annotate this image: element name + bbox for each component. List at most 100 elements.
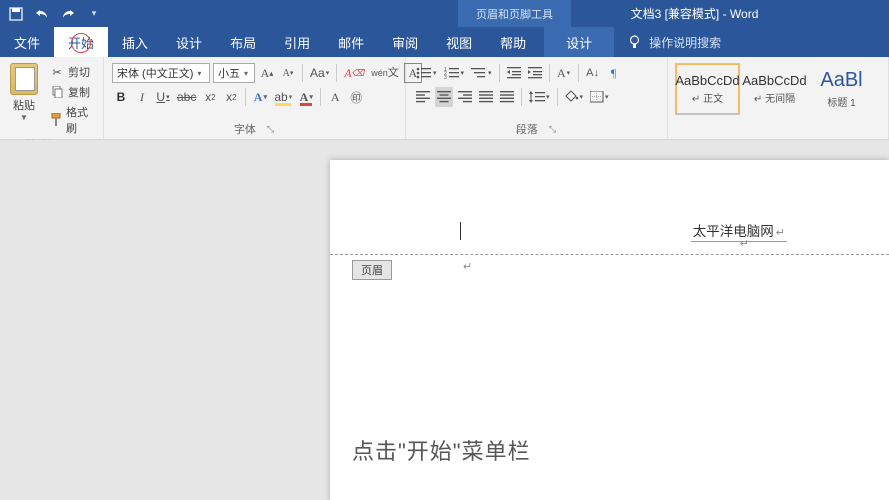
- font-size-value: 小五: [218, 65, 240, 81]
- sort-button[interactable]: A↓: [584, 63, 602, 83]
- font-size-combo[interactable]: 小五 ▾: [213, 63, 255, 83]
- strike-button[interactable]: abc: [175, 87, 198, 107]
- numbering-button[interactable]: 123▾: [442, 63, 467, 83]
- tab-layout[interactable]: 布局: [216, 27, 270, 57]
- separator: [549, 64, 550, 82]
- document-area[interactable]: 太平洋电脑网↵ ↵ 页眉 ↵ 点击"开始"菜单栏: [0, 140, 889, 500]
- increase-indent-button[interactable]: [526, 63, 544, 83]
- tab-hf-design[interactable]: 设计: [544, 27, 614, 57]
- asian-layout-button[interactable]: A▾: [555, 63, 573, 83]
- group-clipboard: 粘贴 ▼ ✂剪切 复制 格式刷 剪贴板⤡: [0, 57, 104, 139]
- style-heading1[interactable]: AaBl 标题 1: [809, 63, 874, 115]
- font-name-combo[interactable]: 宋体 (中文正文)▾: [112, 63, 210, 83]
- cut-button[interactable]: ✂剪切: [48, 63, 95, 81]
- paragraph-mark-icon: ↵: [463, 260, 472, 273]
- font-color-button[interactable]: A▾: [297, 87, 315, 107]
- group-styles: AaBbCcDd ↵ 正文 AaBbCcDd ↵ 无间隔 AaBl 标题 1: [668, 57, 889, 139]
- redo-icon[interactable]: [60, 6, 76, 22]
- ribbon: 粘贴 ▼ ✂剪切 复制 格式刷 剪贴板⤡ 宋体 (中文正文)▾ 小五 ▾ A▴ A…: [0, 57, 889, 140]
- separator: [302, 64, 303, 82]
- header-boundary: [330, 254, 889, 255]
- chevron-down-icon: ▾: [197, 69, 201, 78]
- show-marks-button[interactable]: ¶: [605, 63, 623, 83]
- bold-button[interactable]: B: [112, 87, 130, 107]
- style-name-heading1: 标题 1: [827, 94, 855, 109]
- lightbulb-icon: [628, 35, 641, 50]
- tab-file[interactable]: 文件: [0, 27, 54, 57]
- save-icon[interactable]: [8, 6, 24, 22]
- style-no-spacing[interactable]: AaBbCcDd ↵ 无间隔: [742, 63, 807, 115]
- align-left-button[interactable]: [414, 87, 432, 107]
- multilevel-button[interactable]: ▾: [469, 63, 494, 83]
- paragraph-mark-icon: ↵: [740, 237, 749, 250]
- style-sample: AaBbCcDd: [742, 73, 806, 88]
- tab-mailings[interactable]: 邮件: [324, 27, 378, 57]
- tell-me-text: 操作说明搜索: [649, 34, 721, 51]
- undo-icon[interactable]: [34, 6, 50, 22]
- paste-button[interactable]: 粘贴 ▼: [6, 61, 42, 122]
- tab-review[interactable]: 审阅: [378, 27, 432, 57]
- dialog-launcher-font[interactable]: ⤡: [266, 123, 275, 136]
- tab-home[interactable]: 开始: [54, 27, 108, 57]
- title-bar: ▾ 页眉和页脚工具 文档3 [兼容模式] - Word: [0, 0, 889, 27]
- paste-icon: [10, 63, 38, 95]
- separator: [521, 88, 522, 106]
- align-right-button[interactable]: [456, 87, 474, 107]
- group-paragraph: ▾ 123▾ ▾ A▾ A↓ ¶ ▾ ▾: [406, 57, 668, 139]
- grow-font-button[interactable]: A▴: [258, 63, 276, 83]
- cursor: [460, 222, 461, 240]
- char-shading-button[interactable]: A: [326, 87, 344, 107]
- enclose-char-button[interactable]: ㊞: [347, 87, 365, 107]
- dialog-launcher-paragraph[interactable]: ⤡: [548, 123, 557, 136]
- decrease-indent-button[interactable]: [505, 63, 523, 83]
- format-painter-label: 格式刷: [66, 104, 93, 136]
- copy-label: 复制: [68, 84, 90, 100]
- style-sample: AaBl: [820, 69, 862, 92]
- copy-icon: [50, 85, 64, 99]
- tell-me[interactable]: 操作说明搜索: [628, 27, 721, 57]
- shrink-font-button[interactable]: A▾: [279, 63, 297, 83]
- brush-icon: [50, 113, 62, 127]
- subscript-button[interactable]: x2: [201, 87, 219, 107]
- style-sample: AaBbCcDd: [675, 73, 739, 88]
- separator: [578, 64, 579, 82]
- tab-references[interactable]: 引用: [270, 27, 324, 57]
- tab-view[interactable]: 视图: [432, 27, 486, 57]
- chevron-down-icon: ▾: [244, 69, 248, 78]
- underline-button[interactable]: U▾: [154, 87, 172, 107]
- clear-format-button[interactable]: A⌫: [342, 63, 366, 83]
- scissors-icon: ✂: [50, 65, 64, 79]
- qat-more-icon[interactable]: ▾: [86, 6, 102, 22]
- tab-insert[interactable]: 插入: [108, 27, 162, 57]
- paste-label: 粘贴: [13, 97, 35, 113]
- header-tag: 页眉: [352, 260, 392, 280]
- distributed-button[interactable]: [498, 87, 516, 107]
- line-spacing-button[interactable]: ▾: [527, 87, 552, 107]
- bullets-button[interactable]: ▾: [414, 63, 439, 83]
- tab-help[interactable]: 帮助: [486, 27, 540, 57]
- center-button[interactable]: [435, 87, 453, 107]
- tutorial-caption: 点击"开始"菜单栏: [352, 434, 531, 466]
- copy-button[interactable]: 复制: [48, 83, 95, 101]
- group-label-paragraph: 段落: [516, 121, 538, 137]
- change-case-button[interactable]: Aa▾: [308, 63, 331, 83]
- superscript-button[interactable]: x2: [222, 87, 240, 107]
- style-name-no-spacing: ↵ 无间隔: [754, 90, 795, 105]
- phonetic-guide-button[interactable]: wén文: [369, 63, 401, 83]
- highlight-button[interactable]: ab▾: [272, 87, 294, 107]
- group-font: 宋体 (中文正文)▾ 小五 ▾ A▴ A▾ Aa▾ A⌫ wén文 A B I U…: [104, 57, 406, 139]
- format-painter-button[interactable]: 格式刷: [48, 103, 95, 137]
- italic-button[interactable]: I: [133, 87, 151, 107]
- justify-button[interactable]: [477, 87, 495, 107]
- text-effects-button[interactable]: A▾: [251, 87, 269, 107]
- separator: [245, 88, 246, 106]
- ribbon-tabs: 文件 开始 插入 设计 布局 引用 邮件 审阅 视图 帮助 设计 操作说明搜索: [0, 27, 889, 57]
- tab-design[interactable]: 设计: [162, 27, 216, 57]
- style-normal[interactable]: AaBbCcDd ↵ 正文: [675, 63, 740, 115]
- separator: [557, 88, 558, 106]
- group-label-font: 字体: [234, 121, 256, 137]
- borders-button[interactable]: ▾: [588, 87, 611, 107]
- separator: [336, 64, 337, 82]
- shading-button[interactable]: ▾: [563, 87, 586, 107]
- qat: ▾: [0, 6, 102, 22]
